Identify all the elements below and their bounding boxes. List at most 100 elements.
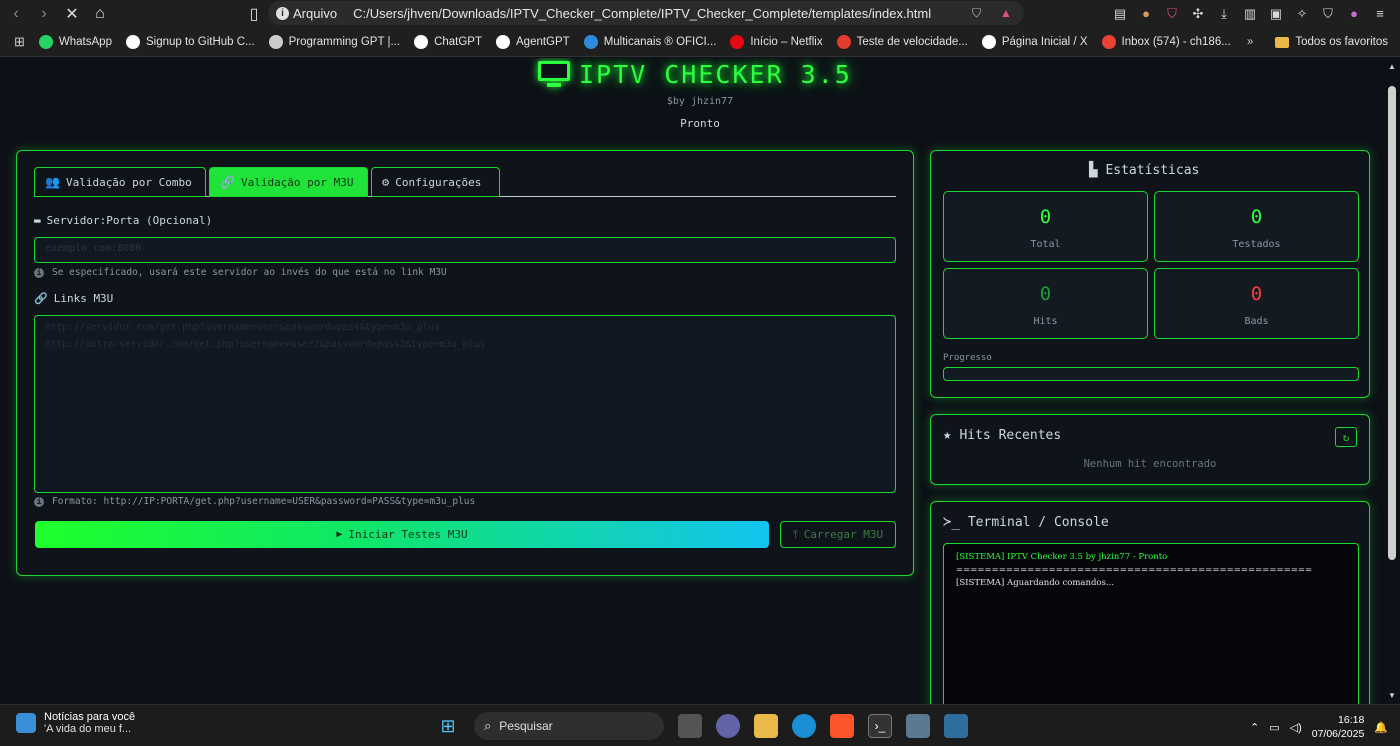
download-icon[interactable]: ⤓ xyxy=(1216,6,1232,22)
taskbar-search[interactable]: ⌕ Pesquisar xyxy=(474,712,664,740)
terminal-line: [SISTEMA] Aguardando comandos... xyxy=(956,578,1114,588)
news-widget[interactable]: Notícias para você 'A vida do meu f... xyxy=(16,711,135,735)
file-explorer-icon[interactable] xyxy=(754,714,778,738)
placeholder-line: http://outro-servidor.com/get.php?userna… xyxy=(45,339,486,350)
forward-icon[interactable]: › xyxy=(32,3,56,25)
tab-combo[interactable]: 👥 Validação por Combo xyxy=(34,167,206,197)
url-text[interactable]: C:/Users/jhven/Downloads/IPTV_Checker_Co… xyxy=(353,6,931,21)
bookmark-item[interactable]: Página Inicial / X xyxy=(981,34,1088,49)
terminal-panel: ≻_ Terminal / Console [SISTEMA] IPTV Che… xyxy=(930,501,1370,704)
bookmark-label: Programming GPT |... xyxy=(288,35,401,48)
bookmark-item[interactable]: Programming GPT |... xyxy=(268,34,401,49)
refresh-button[interactable]: ↻ xyxy=(1335,427,1357,447)
news-icon xyxy=(16,713,36,733)
windows-start-icon[interactable]: ⊞ xyxy=(436,714,460,738)
more-bookmarks-icon[interactable]: » xyxy=(1247,36,1253,48)
clock[interactable]: 16:18 07/06/2025 xyxy=(1312,713,1365,741)
stat-tested: 0 Testados xyxy=(1154,191,1359,262)
teams-icon[interactable] xyxy=(716,714,740,738)
puzzle-icon[interactable]: ✣ xyxy=(1190,6,1206,22)
address-bar[interactable]: i Arquivo C:/Users/jhven/Downloads/IPTV_… xyxy=(268,1,1024,25)
scroll-up-icon[interactable]: ▲ xyxy=(1388,62,1396,71)
server-input[interactable]: exemplo.com:8080 xyxy=(34,237,896,263)
server-hint: i Se especificado, usará este servidor a… xyxy=(34,267,447,278)
extensions-area: ▤ ● ⛉ ✣ ⤓ ▥ ▣ ✧ ⛉ ● ≡ xyxy=(1112,0,1400,27)
terminal-app-icon[interactable]: ›_ xyxy=(868,714,892,738)
sidebar-icon[interactable]: ▥ xyxy=(1242,6,1258,22)
tab-settings[interactable]: ⚙ Configurações xyxy=(371,167,500,197)
bookmark-icon[interactable]: ▯ xyxy=(242,3,266,25)
reading-list-icon[interactable]: ▤ xyxy=(1112,6,1128,22)
bookmark-favicon-icon xyxy=(730,34,745,49)
star-icon: ★ xyxy=(943,427,952,443)
bookmark-item[interactable]: Signup to GitHub C... xyxy=(125,34,255,49)
scrollbar-thumb[interactable] xyxy=(1388,86,1396,560)
bookmark-item[interactable]: WhatsApp xyxy=(38,34,112,49)
shield-icon[interactable]: ⛉ xyxy=(972,6,986,20)
task-view-icon[interactable] xyxy=(678,714,702,738)
home-icon[interactable]: ⌂ xyxy=(88,3,112,25)
play-icon: ▶ xyxy=(336,529,343,540)
links-label: 🔗 Links M3U xyxy=(34,292,114,305)
terminal-output[interactable]: [SISTEMA] IPTV Checker 3.5 by jhzin77 - … xyxy=(943,543,1359,704)
stats-panel: ▙ Estatísticas 0 Total 0 Testados 0 Hits… xyxy=(930,150,1370,398)
back-icon[interactable]: ‹ xyxy=(4,3,28,25)
start-tests-button[interactable]: ▶ Iniciar Testes M3U xyxy=(35,521,769,548)
wallet-icon[interactable]: ▣ xyxy=(1268,6,1284,22)
bookmark-item[interactable]: Teste de velocidade... xyxy=(836,34,968,49)
chevron-up-icon[interactable]: ⌃ xyxy=(1250,721,1259,734)
cookie-icon[interactable]: ● xyxy=(1138,6,1154,22)
bookmark-item[interactable]: Multicanais ® OFICI... xyxy=(583,34,716,49)
link-icon: 🔗 xyxy=(34,292,48,305)
notification-bell-icon[interactable]: 🔔 xyxy=(1374,721,1388,734)
tab-m3u[interactable]: 🔗 Validação por M3U xyxy=(209,167,368,197)
stat-bads: 0 Bads xyxy=(1154,268,1359,339)
menu-icon[interactable]: ≡ xyxy=(1372,6,1388,22)
protocol-label: Arquivo xyxy=(293,5,338,21)
hits-title: ★ Hits Recentes xyxy=(943,427,1062,443)
stat-value: 0 xyxy=(1250,206,1263,228)
terminal-line: ========================================… xyxy=(956,565,1313,575)
brave-icon[interactable] xyxy=(830,714,854,738)
triangle-icon[interactable]: ▲ xyxy=(1000,6,1014,20)
terminal-line: [SISTEMA] IPTV Checker 3.5 by jhzin77 - … xyxy=(956,552,1168,562)
page-scrollbar[interactable]: ▲ ▼ xyxy=(1385,58,1400,704)
favorites-folder[interactable]: Todos os favoritos xyxy=(1295,36,1388,48)
apps-icon[interactable]: ⊞ xyxy=(14,34,25,50)
vpn-icon[interactable]: ⛉ xyxy=(1320,6,1336,22)
bookmark-item[interactable]: Inbox (574) - ch186... xyxy=(1101,34,1231,49)
bookmark-favicon-icon xyxy=(1101,34,1116,49)
link-icon: 🔗 xyxy=(220,175,235,189)
stat-value: 0 xyxy=(1250,283,1263,305)
stat-label: Hits xyxy=(1033,316,1058,327)
bookmark-label: Teste de velocidade... xyxy=(856,35,968,48)
progress-label: Progresso xyxy=(943,353,992,363)
bookmarks-right: » Todos os favoritos xyxy=(1247,27,1388,57)
scroll-down-icon[interactable]: ▼ xyxy=(1388,691,1396,700)
upload-icon: ⤒ xyxy=(792,527,798,541)
bookmark-label: Página Inicial / X xyxy=(1001,35,1088,48)
info-icon[interactable]: i xyxy=(276,6,289,20)
stop-icon[interactable]: ✕ xyxy=(60,3,84,25)
bookmark-item[interactable]: Início – Netflix xyxy=(730,34,823,49)
stat-label: Total xyxy=(1030,239,1061,250)
taskbar: Notícias para você 'A vida do meu f... ⊞… xyxy=(0,704,1400,746)
image-app-icon[interactable] xyxy=(944,714,968,738)
load-m3u-button[interactable]: ⤒ Carregar M3U xyxy=(780,521,896,548)
bookmarks-bar: ⊞ WhatsApp Signup to GitHub C... Programmi… xyxy=(0,27,1400,57)
bookmark-favicon-icon xyxy=(583,34,598,49)
shield-ext-icon[interactable]: ⛉ xyxy=(1164,6,1180,22)
links-textarea[interactable]: http://servidor.com/get.php?username=use… xyxy=(34,315,896,493)
edge-icon[interactable] xyxy=(792,714,816,738)
bookmark-item[interactable]: AgentGPT xyxy=(496,34,570,49)
network-icon[interactable]: ▭ xyxy=(1269,721,1279,734)
profile-icon[interactable]: ● xyxy=(1346,6,1362,22)
info-icon: i xyxy=(34,496,44,507)
volume-icon[interactable]: ◁) xyxy=(1290,721,1302,734)
bookmark-item[interactable]: ChatGPT xyxy=(414,34,482,49)
sparkle-icon[interactable]: ✧ xyxy=(1294,6,1310,22)
bookmark-favicon-icon xyxy=(981,34,996,49)
news-subtitle: 'A vida do meu f... xyxy=(44,723,132,735)
vscode-icon[interactable] xyxy=(906,714,930,738)
app-status: Pronto xyxy=(680,117,720,130)
